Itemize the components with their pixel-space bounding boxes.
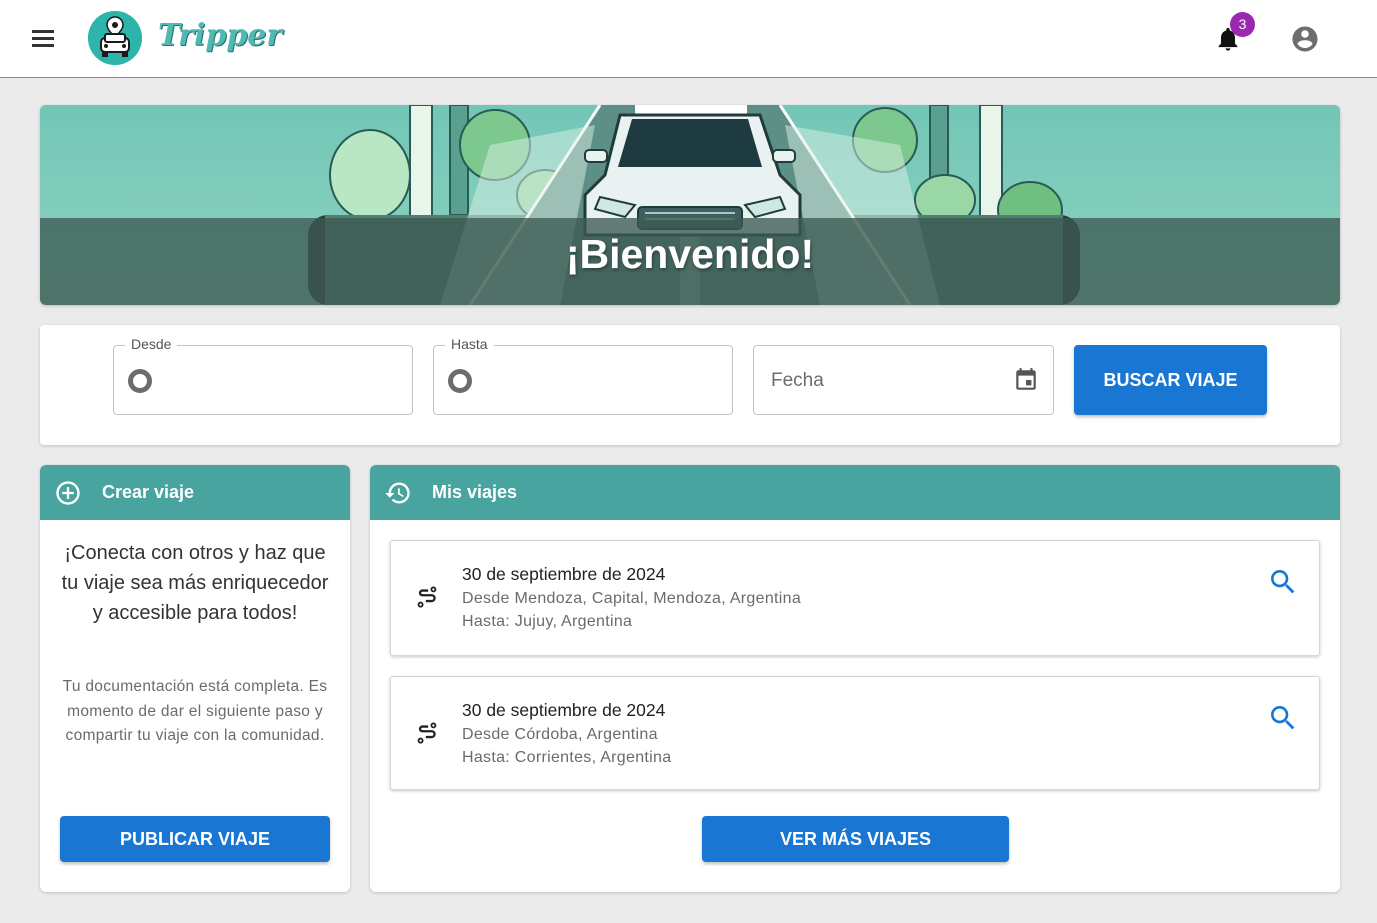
create-trip-header: Crear viaje — [40, 465, 350, 520]
create-trip-lead: ¡Conecta con otros y haz que tu viaje se… — [61, 542, 329, 624]
trip-origin: Desde Córdoba, Argentina — [462, 726, 658, 743]
to-field-label: Hasta — [445, 336, 494, 352]
trip-item[interactable]: 30 de septiembre de 2024 Desde Córdoba, … — [390, 676, 1320, 790]
origin-circle-icon — [128, 369, 152, 393]
search-trip-button[interactable]: BUSCAR VIAJE — [1074, 345, 1267, 415]
my-trips-title: Mis viajes — [432, 482, 518, 502]
trip-origin: Desde Mendoza, Capital, Mendoza, Argenti… — [462, 590, 802, 607]
publish-trip-button[interactable]: PUBLICAR VIAJE — [60, 816, 330, 862]
top-app-bar: Tripper 3 — [0, 0, 1377, 78]
history-icon — [384, 479, 412, 507]
trip-destination: Hasta: Jujuy, Argentina — [462, 613, 633, 630]
brand-name: Tripper — [158, 18, 283, 53]
to-field[interactable]: Hasta — [433, 336, 733, 415]
search-icon[interactable] — [1267, 566, 1299, 598]
menu-icon[interactable] — [30, 26, 58, 52]
trip-destination: Hasta: Corrientes, Argentina — [462, 749, 672, 766]
trip-item[interactable]: 30 de septiembre de 2024 Desde Mendoza, … — [390, 540, 1320, 656]
create-trip-title: Crear viaje — [102, 482, 195, 502]
notification-badge: 3 — [1230, 12, 1255, 37]
my-trips-card: Mis viajes 30 de septiembre de 2024 Desd… — [370, 465, 1340, 892]
trip-date: 30 de septiembre de 2024 — [462, 700, 666, 720]
route-icon — [413, 719, 441, 747]
date-field[interactable]: Fecha — [753, 345, 1054, 415]
route-icon — [413, 583, 441, 611]
add-circle-icon — [54, 479, 82, 507]
from-field-label: Desde — [125, 336, 178, 352]
my-trips-header: Mis viajes — [370, 465, 1340, 520]
trip-date: 30 de septiembre de 2024 — [462, 564, 666, 584]
documentation-note: Tu documentación está completa. Es momen… — [62, 678, 328, 744]
welcome-banner: ¡Bienvenido! — [40, 105, 1340, 305]
date-placeholder: Fecha — [771, 370, 824, 391]
see-more-trips-button[interactable]: VER MÁS VIAJES — [702, 816, 1009, 862]
from-field[interactable]: Desde — [113, 336, 413, 415]
create-trip-card: Crear viaje ¡Conecta con otros y haz que… — [40, 465, 350, 892]
calendar-icon[interactable] — [1013, 367, 1039, 393]
account-circle-icon[interactable] — [1290, 24, 1320, 54]
welcome-title: ¡Bienvenido! — [565, 231, 815, 277]
destination-circle-icon — [448, 369, 472, 393]
tripper-logo[interactable] — [88, 11, 142, 65]
search-icon[interactable] — [1267, 702, 1299, 734]
trip-search-card: Desde Hasta Fecha BUSCAR VIAJE — [40, 325, 1340, 445]
